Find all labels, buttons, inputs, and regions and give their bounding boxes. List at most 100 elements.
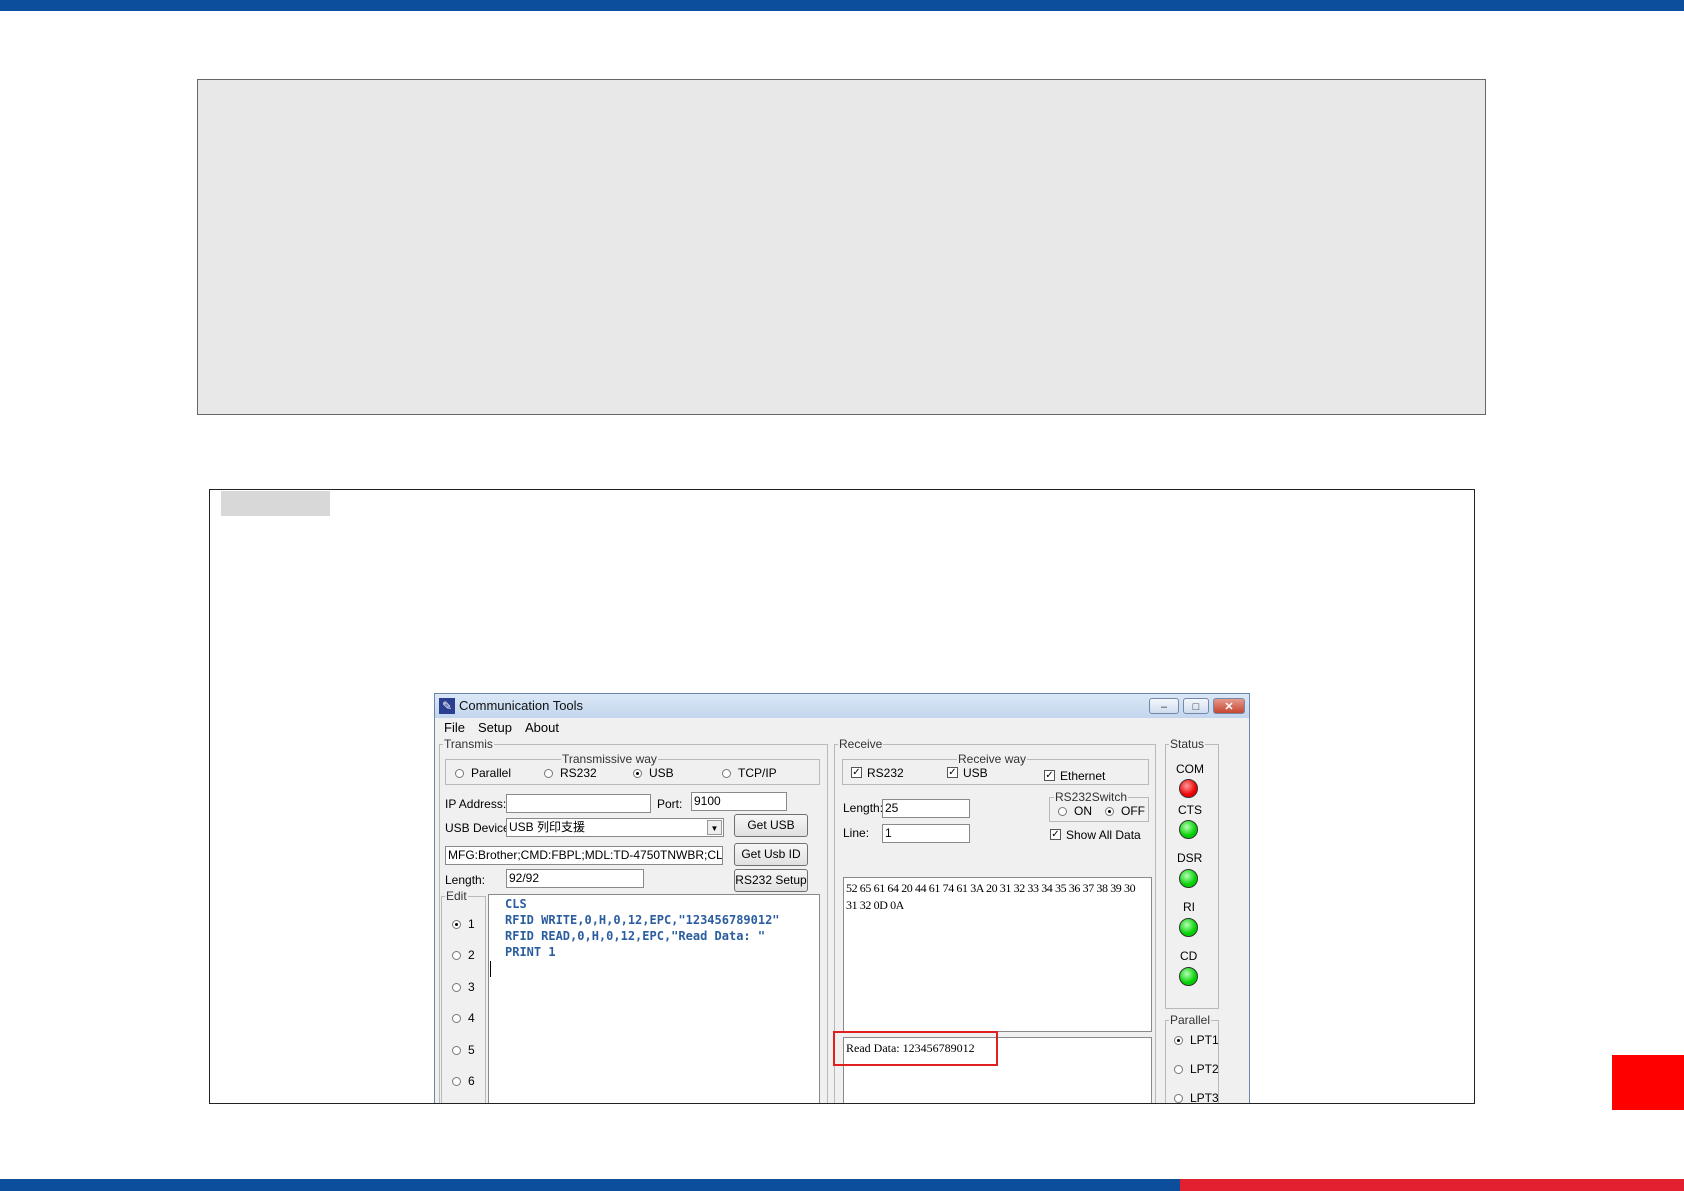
ri-led-icon (1179, 918, 1198, 937)
rs232-checkbox-label: RS232 (867, 766, 904, 780)
lpt1-radio[interactable] (1174, 1036, 1183, 1045)
receive-line-label: Line: (843, 826, 870, 840)
ethernet-checkbox-label: Ethernet (1060, 769, 1106, 783)
menu-setup[interactable]: Setup (478, 720, 512, 735)
lpt1-label: LPT1 (1190, 1033, 1219, 1047)
maximize-button[interactable]: □ (1183, 698, 1209, 714)
radio-tcpip-label: TCP/IP (738, 766, 777, 780)
cd-led-label: CD (1180, 949, 1198, 963)
length-label: Length: (445, 873, 486, 887)
edit-slot-3-label: 3 (468, 980, 475, 994)
receive-line-input[interactable]: 1 (882, 824, 970, 843)
usb-device-value: USB 列印支援 (509, 820, 586, 834)
ri-led-label: RI (1183, 900, 1195, 914)
parallel-label: Parallel (1169, 1013, 1212, 1027)
close-button[interactable]: ✕ (1213, 698, 1245, 714)
receive-label: Receive (838, 737, 884, 751)
rs232-setup-button[interactable]: RS232 Setup (734, 869, 808, 892)
cd-led-icon (1179, 967, 1198, 986)
menu-file[interactable]: File (444, 720, 465, 735)
code-line-4: PRINT 1 (505, 945, 556, 959)
app-icon: ✎ (439, 698, 455, 714)
radio-rs232-label: RS232 (560, 766, 597, 780)
usb-device-select[interactable]: USB 列印支援 ▼ (506, 818, 724, 837)
bottom-brand-bar-red (1180, 1179, 1684, 1191)
edit-group: Edit 1 2 3 4 5 6 7 (441, 889, 486, 1103)
edit-slot-1-radio[interactable] (452, 920, 461, 929)
window-title: Communication Tools (459, 698, 584, 713)
edit-label: Edit (445, 889, 468, 903)
receive-group: Receive Receive way ✓ RS232 ✓ USB ✓ Ethe… (833, 737, 1156, 1103)
receive-length-label: Length: (843, 801, 884, 815)
example-tag (221, 491, 330, 516)
edit-slot-6-radio[interactable] (452, 1077, 461, 1086)
dsr-led-icon (1179, 869, 1198, 888)
lpt3-radio[interactable] (1174, 1094, 1183, 1103)
rs232-switch-group: RS232Switch ON OFF (1049, 790, 1149, 822)
show-all-data-checkbox[interactable]: ✓ (1050, 829, 1061, 840)
radio-parallel-label: Parallel (471, 766, 512, 780)
hex-output-area[interactable]: 52 65 61 64 20 44 61 74 61 3A 20 31 32 3… (843, 877, 1152, 1032)
edit-slot-5-label: 5 (468, 1043, 475, 1057)
edit-slot-6-label: 6 (468, 1074, 475, 1088)
radio-tcpip[interactable] (722, 769, 731, 778)
edit-slot-5-radio[interactable] (452, 1046, 461, 1055)
lpt2-label: LPT2 (1190, 1062, 1219, 1076)
radio-parallel[interactable] (455, 769, 464, 778)
usb-checkbox[interactable]: ✓ (947, 767, 958, 778)
transmit-label: Transmis (443, 737, 494, 751)
edit-slot-2-label: 2 (468, 948, 475, 962)
port-input[interactable]: 9100 (691, 792, 787, 811)
length-input[interactable]: 92/92 (506, 869, 644, 888)
title-bar[interactable]: ✎ Communication Tools – □ ✕ (435, 694, 1249, 718)
minimize-button[interactable]: – (1149, 698, 1179, 714)
receive-way-group: Receive way ✓ RS232 ✓ USB ✓ Ethernet (842, 752, 1149, 785)
code-line-1: CLS (505, 897, 527, 911)
cts-led-label: CTS (1178, 803, 1202, 817)
radio-usb[interactable] (633, 769, 642, 778)
switch-off-radio[interactable] (1105, 807, 1114, 816)
cts-led-icon (1179, 820, 1198, 839)
dsr-led-label: DSR (1177, 851, 1203, 865)
menu-about[interactable]: About (525, 720, 559, 735)
rs232-checkbox[interactable]: ✓ (851, 767, 862, 778)
chevron-down-icon[interactable]: ▼ (707, 820, 722, 835)
status-group: Status COM CTS DSR RI CD (1165, 737, 1219, 1009)
usb-checkbox-label: USB (963, 766, 988, 780)
code-block-panel (197, 79, 1486, 415)
switch-on-label: ON (1074, 804, 1092, 818)
receive-length-input[interactable]: 25 (882, 799, 970, 818)
text-cursor (490, 961, 491, 977)
edit-slot-4-label: 4 (468, 1011, 475, 1025)
code-line-3: RFID READ,0,H,0,12,EPC,"Read Data: " (505, 929, 766, 943)
example-panel: ✎ Communication Tools – □ ✕ File Setup A… (209, 489, 1475, 1104)
read-data-highlight (833, 1031, 998, 1066)
parallel-group: Parallel LPT1 LPT2 LPT3 (1165, 1013, 1219, 1103)
ethernet-checkbox[interactable]: ✓ (1044, 770, 1055, 781)
transmissive-way-group: Transmissive way Parallel RS232 USB TCP/… (445, 752, 820, 785)
transmit-group: Transmis Transmissive way Parallel RS232… (439, 737, 828, 1103)
communication-tools-window: ✎ Communication Tools – □ ✕ File Setup A… (434, 693, 1250, 1103)
receive-way-label: Receive way (957, 752, 1028, 766)
edit-slot-4-radio[interactable] (452, 1014, 461, 1023)
usb-id-input[interactable]: MFG:Brother;CMD:FBPL;MDL:TD-4750TNWBR;CL… (445, 846, 723, 865)
edit-slot-2-radio[interactable] (452, 951, 461, 960)
get-usb-id-button[interactable]: Get Usb ID (734, 843, 808, 866)
hex-line-1: 52 65 61 64 20 44 61 74 61 3A 20 31 32 3… (846, 881, 1136, 895)
code-line-2: RFID WRITE,0,H,0,12,EPC,"123456789012" (505, 913, 780, 927)
radio-usb-label: USB (649, 766, 674, 780)
command-editor[interactable]: CLS RFID WRITE,0,H,0,12,EPC,"123456789012… (488, 894, 820, 1103)
get-usb-button[interactable]: Get USB (734, 814, 808, 837)
switch-on-radio[interactable] (1058, 807, 1067, 816)
transmissive-way-label: Transmissive way (561, 752, 658, 766)
lpt2-radio[interactable] (1174, 1065, 1183, 1074)
edit-slot-3-radio[interactable] (452, 983, 461, 992)
ip-address-input[interactable] (506, 794, 651, 813)
bottom-brand-bar-blue (0, 1179, 1180, 1191)
edit-slot-1-label: 1 (468, 917, 475, 931)
switch-off-label: OFF (1121, 804, 1145, 818)
radio-rs232[interactable] (544, 769, 553, 778)
rs232-switch-label: RS232Switch (1054, 790, 1129, 804)
menu-bar: File Setup About (435, 718, 1249, 738)
status-label: Status (1169, 737, 1206, 751)
